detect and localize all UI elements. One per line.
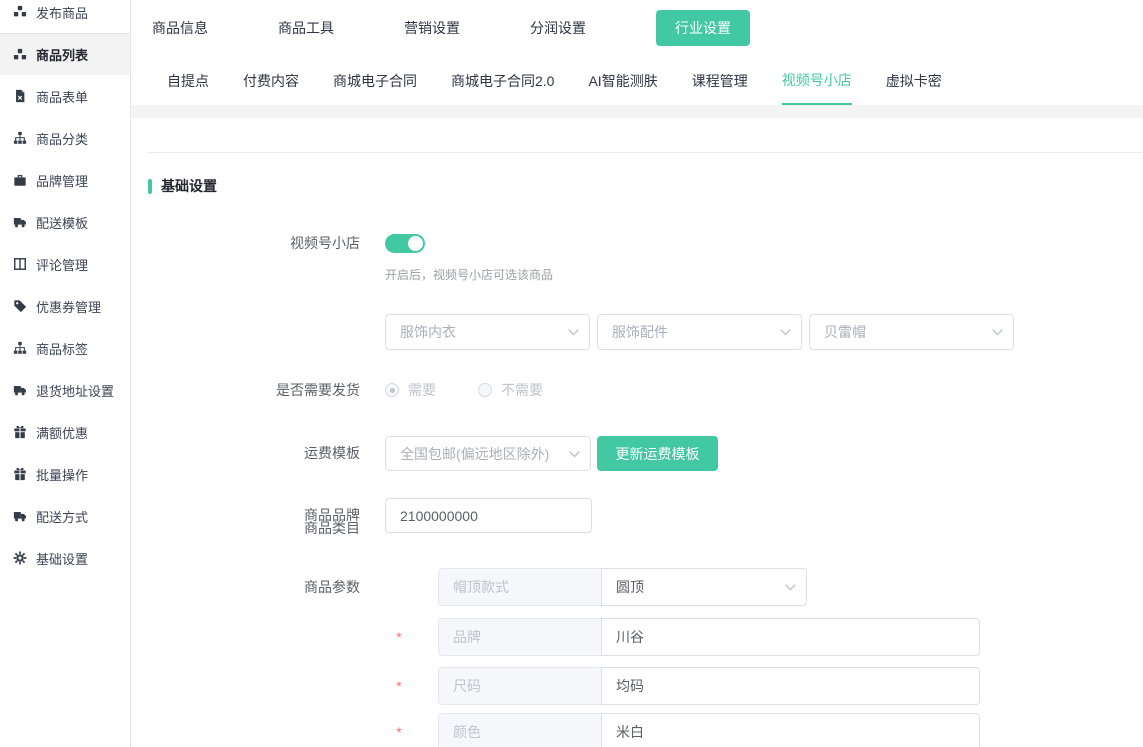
sidebar-item-return-address[interactable]: 退货地址设置 — [0, 369, 130, 411]
truck-icon — [13, 383, 27, 397]
sidebar-item-product-form[interactable]: 商品表单 — [0, 75, 130, 117]
section-title: 基础设置 — [148, 176, 217, 196]
params-label: 商品参数 — [131, 568, 360, 606]
tab-ai-skin-test[interactable]: AI智能测肤 — [588, 56, 657, 105]
param-row-size: * 尺码 — [438, 667, 980, 705]
main-area: 商品信息 商品工具 营销设置 分润设置 行业设置 自提点 付费内容 商城电子合同… — [131, 0, 1143, 747]
sidebar-item-product-list[interactable]: 商品列表 — [0, 33, 130, 75]
tab-profit-settings[interactable]: 分润设置 — [530, 18, 586, 38]
category-select-level2[interactable]: 服饰配件 — [597, 314, 802, 350]
columns-icon — [13, 257, 27, 271]
radio-no-shipping[interactable]: 不需要 — [478, 380, 543, 400]
sidebar-item-coupon-management[interactable]: 优惠券管理 — [0, 285, 130, 327]
sidebar-item-brand-management[interactable]: 品牌管理 — [0, 159, 130, 201]
radio-dot-icon — [478, 383, 492, 397]
sidebar: 发布商品 商品列表 商品表单 商品分类 品牌管理 配送模板 评论管理 优惠券管理… — [0, 0, 131, 747]
param-name-box: 帽顶款式 — [438, 568, 602, 606]
param-row-color: * 颜色 — [438, 713, 980, 747]
gear-icon — [13, 551, 27, 565]
required-marker: * — [389, 667, 409, 705]
required-marker: * — [389, 618, 409, 656]
file-icon — [13, 89, 27, 103]
tag-icon — [13, 299, 27, 313]
radio-need-shipping[interactable]: 需要 — [385, 380, 436, 400]
param-row-hat-top-style: 帽顶款式 圆顶 — [438, 568, 807, 606]
tab-product-tools[interactable]: 商品工具 — [278, 18, 334, 38]
freight-template-select[interactable]: 全国包邮(偏远地区除外) — [385, 436, 591, 471]
tab-mall-econtract[interactable]: 商城电子合同 — [333, 56, 417, 105]
param-row-brand: * 品牌 — [438, 618, 980, 656]
tab-bar-card: 商品信息 商品工具 营销设置 分润设置 行业设置 自提点 付费内容 商城电子合同… — [131, 0, 1143, 105]
app-root: 发布商品 商品列表 商品表单 商品分类 品牌管理 配送模板 评论管理 优惠券管理… — [0, 0, 1143, 747]
primary-tabs: 商品信息 商品工具 营销设置 分润设置 行业设置 — [131, 0, 1143, 56]
store-toggle-label: 视频号小店 — [131, 234, 360, 253]
chevron-down-icon — [785, 584, 796, 591]
content-card: 基础设置 视频号小店 开启后，视频号小店可选该商品 商品类目 服饰内衣 服饰配件 — [131, 118, 1143, 747]
sidebar-item-full-discount[interactable]: 满额优惠 — [0, 411, 130, 453]
briefcase-icon — [13, 173, 27, 187]
chevron-down-icon — [780, 329, 791, 336]
category-row: 商品类目 服饰内衣 服饰配件 贝雷帽 — [385, 314, 1014, 350]
category-select-level1[interactable]: 服饰内衣 — [385, 314, 590, 350]
required-marker: * — [389, 713, 409, 747]
tab-mall-econtract-2[interactable]: 商城电子合同2.0 — [451, 56, 554, 105]
chevron-down-icon — [992, 329, 1003, 336]
param-value-input[interactable] — [601, 667, 980, 705]
secondary-tabs: 自提点 付费内容 商城电子合同 商城电子合同2.0 AI智能测肤 课程管理 视频… — [131, 56, 1143, 105]
tab-pickup-point[interactable]: 自提点 — [167, 56, 209, 105]
chevron-down-icon — [568, 329, 579, 336]
brand-label: 商品品牌 — [131, 498, 360, 533]
cubes-icon — [13, 5, 27, 19]
sidebar-item-publish-product[interactable]: 发布商品 — [0, 0, 130, 33]
store-toggle-hint: 开启后，视频号小店可选该商品 — [385, 266, 553, 283]
tab-virtual-card-key[interactable]: 虚拟卡密 — [886, 56, 942, 105]
update-freight-template-button[interactable]: 更新运费模板 — [597, 436, 718, 471]
radio-dot-icon — [385, 383, 399, 397]
truck-icon — [13, 215, 27, 229]
sidebar-item-product-tags[interactable]: 商品标签 — [0, 327, 130, 369]
tab-paid-content[interactable]: 付费内容 — [243, 56, 299, 105]
truck-icon — [13, 509, 27, 523]
toggle-knob — [408, 236, 423, 251]
tab-product-info[interactable]: 商品信息 — [152, 18, 208, 38]
sidebar-menu: 发布商品 商品列表 商品表单 商品分类 品牌管理 配送模板 评论管理 优惠券管理… — [0, 0, 130, 579]
divider — [148, 152, 1143, 153]
tab-marketing-settings[interactable]: 营销设置 — [404, 18, 460, 38]
gift-icon — [13, 425, 27, 439]
cubes-icon — [13, 48, 27, 62]
store-toggle[interactable] — [385, 234, 425, 253]
section-title-bar — [148, 179, 152, 194]
sitemap-icon — [13, 341, 27, 355]
freight-template-label: 运费模板 — [131, 436, 360, 471]
category-select-level3[interactable]: 贝雷帽 — [809, 314, 1014, 350]
shipping-required-radios: 需要 不需要 — [385, 380, 543, 400]
param-value-select[interactable]: 圆顶 — [601, 568, 807, 606]
tab-video-channel-shop[interactable]: 视频号小店 — [782, 56, 852, 105]
param-value-input[interactable] — [601, 713, 980, 747]
sitemap-icon — [13, 131, 27, 145]
sidebar-item-delivery-method[interactable]: 配送方式 — [0, 495, 130, 537]
sidebar-item-delivery-template[interactable]: 配送模板 — [0, 201, 130, 243]
param-name-box: 尺码 — [438, 667, 602, 705]
param-name-box: 品牌 — [438, 618, 602, 656]
param-value-input[interactable] — [601, 618, 980, 656]
sidebar-item-product-category[interactable]: 商品分类 — [0, 117, 130, 159]
brand-input[interactable] — [385, 498, 592, 533]
param-name-box: 颜色 — [438, 713, 602, 747]
sidebar-item-batch-operation[interactable]: 批量操作 — [0, 453, 130, 495]
chevron-down-icon — [569, 451, 580, 458]
tab-course-management[interactable]: 课程管理 — [692, 56, 748, 105]
gift-icon — [13, 467, 27, 481]
shipping-required-label: 是否需要发货 — [131, 380, 360, 400]
tab-industry-settings[interactable]: 行业设置 — [656, 10, 750, 46]
sidebar-item-basic-settings[interactable]: 基础设置 — [0, 537, 130, 579]
sidebar-item-comment-management[interactable]: 评论管理 — [0, 243, 130, 285]
section-gap — [131, 105, 1143, 118]
